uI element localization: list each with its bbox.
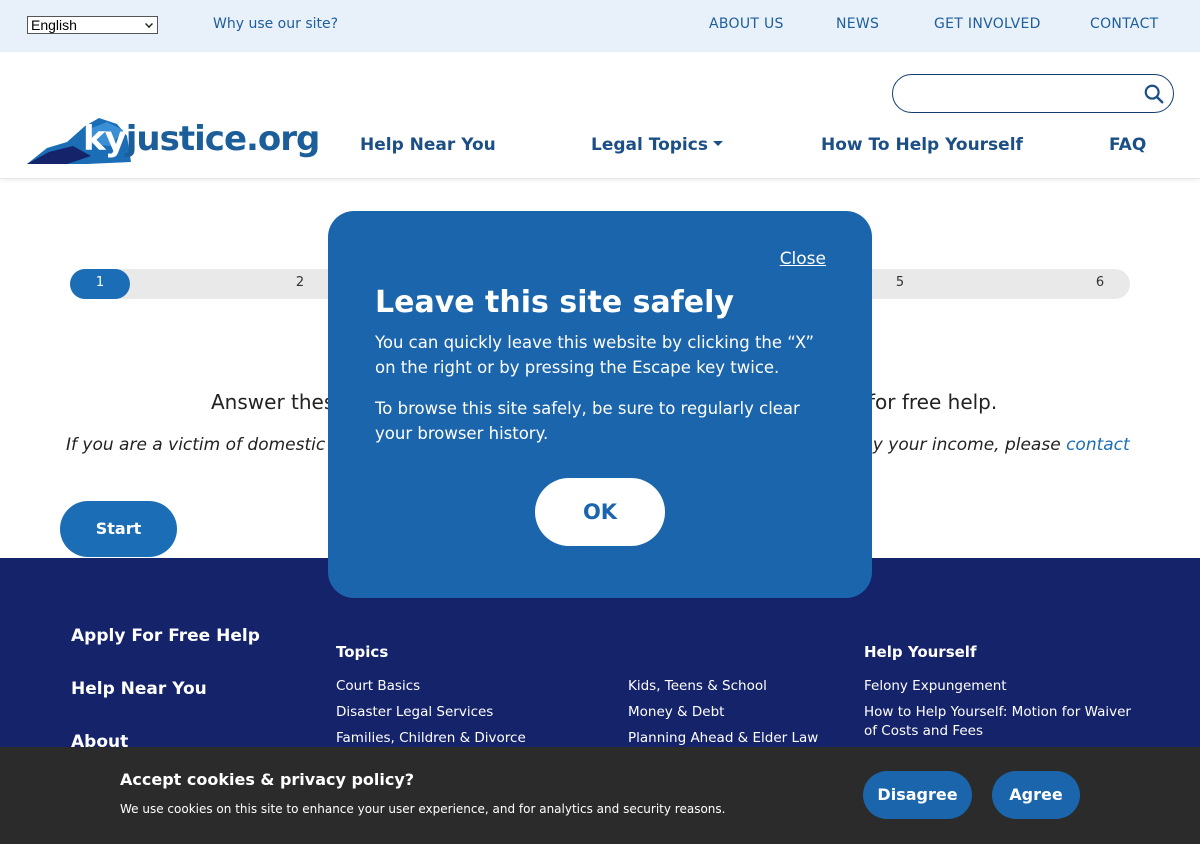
footer-topic-link[interactable]: Disaster Legal Services bbox=[336, 704, 493, 720]
nav-help-near-you[interactable]: Help Near You bbox=[360, 135, 496, 155]
modal-p1-line2: on the right or by pressing the Escape k… bbox=[375, 358, 780, 377]
footer-help-link[interactable]: Felony Expungement bbox=[864, 678, 1007, 694]
caret-down-icon bbox=[712, 141, 723, 146]
nav-legal-topics-label: Legal Topics bbox=[591, 135, 708, 155]
cookie-agree-button[interactable]: Agree bbox=[992, 771, 1080, 819]
modal-ok-button[interactable]: OK bbox=[535, 478, 665, 546]
cookie-title: Accept cookies & privacy policy? bbox=[120, 770, 415, 789]
progress-step-1: 1 bbox=[95, 275, 105, 290]
modal-close-link[interactable]: Close bbox=[780, 249, 826, 269]
footer-topic-link[interactable]: Money & Debt bbox=[628, 704, 724, 720]
footer-topic-link[interactable]: Families, Children & Divorce bbox=[336, 730, 526, 746]
nav-legal-topics[interactable]: Legal Topics bbox=[591, 135, 723, 155]
footer-apply-link[interactable]: Apply For Free Help bbox=[71, 626, 260, 646]
footer-topic-link[interactable]: Kids, Teens & School bbox=[628, 678, 767, 694]
utility-bar: English Why use our site? ABOUT US NEWS … bbox=[0, 0, 1200, 52]
nav-news[interactable]: NEWS bbox=[836, 16, 879, 32]
progress-step-5: 5 bbox=[895, 275, 905, 290]
leave-site-safely-modal: Close Leave this site safely You can qui… bbox=[328, 211, 872, 598]
modal-p2-line2: your browser history. bbox=[375, 424, 549, 443]
logo-text: kyjustice.org bbox=[83, 119, 321, 159]
footer-help-link[interactable]: How to Help Yourself: Motion for Waiver bbox=[864, 704, 1131, 720]
contact-link[interactable]: contact bbox=[1066, 435, 1130, 455]
footer-topics-heading: Topics bbox=[336, 643, 389, 661]
language-select[interactable]: English bbox=[27, 16, 158, 34]
start-button[interactable]: Start bbox=[60, 501, 177, 557]
footer-topic-link[interactable]: Planning Ahead & Elder Law bbox=[628, 730, 818, 746]
cookie-consent-bar: Accept cookies & privacy policy? We use … bbox=[0, 747, 1200, 844]
cookie-disagree-button[interactable]: Disagree bbox=[863, 771, 972, 819]
cookie-text: We use cookies on this site to enhance y… bbox=[120, 802, 726, 816]
footer-help-link-cont[interactable]: of Costs and Fees bbox=[864, 723, 983, 739]
nav-faq[interactable]: FAQ bbox=[1109, 135, 1146, 155]
search-input[interactable] bbox=[892, 74, 1174, 113]
why-use-site-link[interactable]: Why use our site? bbox=[213, 16, 338, 32]
modal-p2-line1: To browse this site safely, be sure to r… bbox=[375, 399, 800, 418]
dv-note-right: by your income, please contact bbox=[862, 435, 1130, 455]
footer-help-yourself-heading: Help Yourself bbox=[864, 643, 977, 661]
intro-text-left: Answer thes bbox=[211, 390, 335, 414]
footer-topic-link[interactable]: Court Basics bbox=[336, 678, 420, 694]
dv-note-left: If you are a victim of domestic bbox=[66, 435, 326, 455]
intro-text-right: for free help. bbox=[868, 390, 998, 414]
search-icon[interactable] bbox=[1143, 83, 1165, 105]
dv-note-right-text: by your income, please bbox=[862, 435, 1061, 455]
logo-domain: justice.org bbox=[125, 119, 321, 159]
language-select-value: English bbox=[31, 17, 77, 33]
footer-help-near-you-link[interactable]: Help Near You bbox=[71, 679, 207, 699]
progress-current-step: 1 bbox=[70, 269, 130, 299]
nav-how-to-help-yourself[interactable]: How To Help Yourself bbox=[821, 135, 1023, 155]
modal-paragraph-2: To browse this site safely, be sure to r… bbox=[375, 396, 835, 446]
site-header: kyjustice.org Help Near You Legal Topics… bbox=[0, 52, 1200, 179]
modal-paragraph-1: You can quickly leave this website by cl… bbox=[375, 330, 835, 380]
progress-step-2: 2 bbox=[295, 275, 305, 290]
progress-step-6: 6 bbox=[1095, 275, 1105, 290]
modal-p1-line1: You can quickly leave this website by cl… bbox=[375, 333, 815, 352]
nav-get-involved[interactable]: GET INVOLVED bbox=[934, 16, 1041, 32]
modal-title: Leave this site safely bbox=[375, 285, 734, 320]
nav-contact[interactable]: CONTACT bbox=[1090, 16, 1159, 32]
nav-about-us[interactable]: ABOUT US bbox=[709, 16, 784, 32]
logo-ky: ky bbox=[83, 119, 127, 159]
chevron-down-icon bbox=[145, 20, 153, 28]
site-logo[interactable]: kyjustice.org bbox=[27, 116, 320, 168]
